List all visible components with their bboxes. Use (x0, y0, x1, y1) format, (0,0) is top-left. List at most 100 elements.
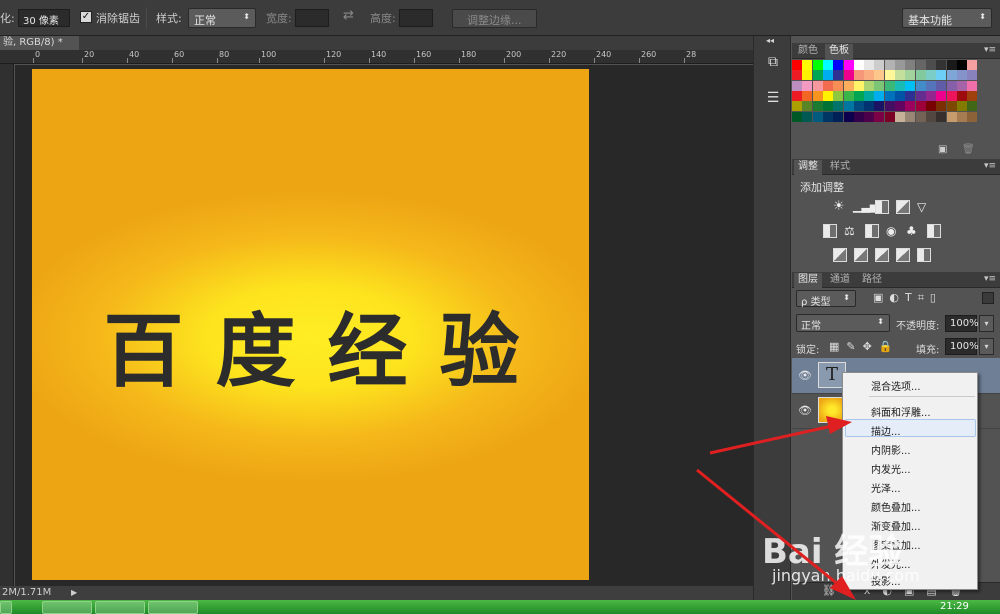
color-swatch[interactable] (843, 60, 854, 70)
color-swatch[interactable] (853, 90, 864, 101)
color-swatch[interactable] (915, 70, 926, 81)
taskbar-app-button[interactable] (148, 601, 198, 614)
color-swatch[interactable] (874, 111, 885, 122)
color-swatch[interactable] (884, 70, 895, 81)
threshold-icon[interactable] (875, 248, 889, 262)
workspace-dropdown[interactable]: 基本功能 ⬍ (902, 8, 992, 28)
color-swatch[interactable] (833, 111, 844, 122)
menu-item-inner-glow[interactable]: 内发光... (871, 461, 911, 476)
color-swatch[interactable] (925, 90, 936, 101)
color-swatch[interactable] (884, 80, 895, 91)
color-swatch[interactable] (864, 70, 875, 81)
style-dropdown[interactable]: 正常 ⬍ (188, 8, 256, 28)
panel-menu-icon[interactable]: ▾≡ (984, 274, 996, 284)
color-swatch[interactable] (956, 101, 967, 112)
color-swatch[interactable] (946, 101, 957, 112)
color-swatch[interactable] (884, 60, 895, 70)
color-swatch[interactable] (874, 101, 885, 112)
color-swatch[interactable] (925, 80, 936, 91)
color-swatch[interactable] (843, 80, 854, 91)
trash-icon[interactable]: 🗑 (962, 144, 975, 155)
color-swatch[interactable] (822, 60, 833, 70)
history-icon[interactable]: ⧉ (763, 52, 783, 72)
color-swatch[interactable] (946, 70, 957, 81)
tab-adjustments[interactable]: 调整 (794, 160, 822, 175)
color-swatch[interactable] (895, 111, 905, 122)
color-swatch[interactable] (864, 101, 875, 112)
color-swatch[interactable] (895, 101, 905, 112)
color-swatch[interactable] (812, 101, 823, 112)
properties-icon[interactable]: ☰ (763, 88, 783, 108)
color-swatch[interactable] (967, 60, 978, 70)
color-swatch[interactable] (843, 90, 854, 101)
color-swatch[interactable] (936, 101, 947, 112)
color-swatch[interactable] (905, 111, 916, 122)
color-swatch[interactable] (915, 60, 926, 70)
color-swatch[interactable] (946, 111, 957, 122)
menu-item-color-overlay[interactable]: 颜色叠加... (871, 499, 921, 514)
color-swatch[interactable] (853, 111, 864, 122)
color-swatch[interactable] (895, 70, 905, 81)
color-swatch[interactable] (915, 101, 926, 112)
color-swatch[interactable] (812, 90, 823, 101)
color-swatch[interactable] (946, 80, 957, 91)
color-swatch[interactable] (812, 70, 823, 81)
color-swatch[interactable] (915, 90, 926, 101)
color-swatch[interactable] (946, 90, 957, 101)
color-swatch[interactable] (956, 60, 967, 70)
chevron-down-icon[interactable]: ▾ (979, 338, 994, 355)
color-swatch[interactable] (905, 70, 916, 81)
panel-menu-icon[interactable]: ▾≡ (984, 45, 996, 55)
antialias-checkbox[interactable]: ✓ (80, 11, 92, 23)
color-swatch[interactable] (822, 80, 833, 91)
color-swatch[interactable] (864, 60, 875, 70)
color-swatch[interactable] (833, 80, 844, 91)
new-swatch-icon[interactable]: ▣ (938, 144, 947, 155)
swap-icon[interactable]: ⇄ (343, 8, 354, 23)
color-swatch[interactable] (792, 101, 802, 112)
color-swatch[interactable] (925, 60, 936, 70)
color-swatch[interactable] (822, 70, 833, 81)
color-swatch[interactable] (925, 70, 936, 81)
color-swatch[interactable] (915, 111, 926, 122)
color-swatch[interactable] (956, 70, 967, 81)
tab-channels[interactable]: 通道 (826, 273, 854, 288)
vibrance-icon[interactable]: ▽ (917, 200, 931, 214)
color-swatch[interactable] (946, 60, 957, 70)
color-swatch[interactable] (956, 80, 967, 91)
color-swatch[interactable] (967, 80, 978, 91)
brightness-icon[interactable]: ☀ (833, 200, 847, 214)
color-swatch[interactable] (936, 111, 947, 122)
color-swatch[interactable] (853, 80, 864, 91)
color-swatch[interactable] (874, 70, 885, 81)
posterize-icon[interactable] (854, 248, 868, 262)
document-tab[interactable]: 验, RGB/8) * × (0, 36, 79, 61)
chevron-down-icon[interactable]: ▾ (979, 315, 994, 332)
hue-saturation-icon[interactable] (823, 224, 837, 238)
color-swatch[interactable] (884, 111, 895, 122)
color-swatch[interactable] (936, 70, 947, 81)
color-swatch[interactable] (853, 70, 864, 81)
feather-input[interactable]: 30 像素 (18, 9, 70, 27)
blend-mode-dropdown[interactable]: 正常 ⬍ (796, 314, 890, 332)
menu-item-inner-shadow[interactable]: 内阴影... (871, 442, 911, 457)
width-input[interactable] (295, 9, 329, 27)
color-swatch[interactable] (884, 101, 895, 112)
photo-filter-icon[interactable]: ◉ (886, 224, 900, 238)
tab-color[interactable]: 颜色 (794, 44, 822, 59)
tab-styles[interactable]: 样式 (826, 160, 854, 175)
color-swatch[interactable] (792, 60, 802, 70)
color-swatch[interactable] (967, 70, 978, 81)
menu-item-bevel-emboss[interactable]: 斜面和浮雕... (871, 404, 931, 419)
taskbar-app-button[interactable] (95, 601, 145, 614)
color-swatch[interactable] (792, 90, 802, 101)
color-swatch[interactable] (925, 111, 936, 122)
color-swatch[interactable] (895, 90, 905, 101)
opacity-input[interactable]: 100% (945, 315, 979, 332)
color-swatch[interactable] (812, 80, 823, 91)
color-swatch[interactable] (802, 90, 813, 101)
start-button[interactable] (0, 601, 12, 614)
color-swatch[interactable] (812, 111, 823, 122)
color-swatch[interactable] (853, 101, 864, 112)
height-input[interactable] (399, 9, 433, 27)
